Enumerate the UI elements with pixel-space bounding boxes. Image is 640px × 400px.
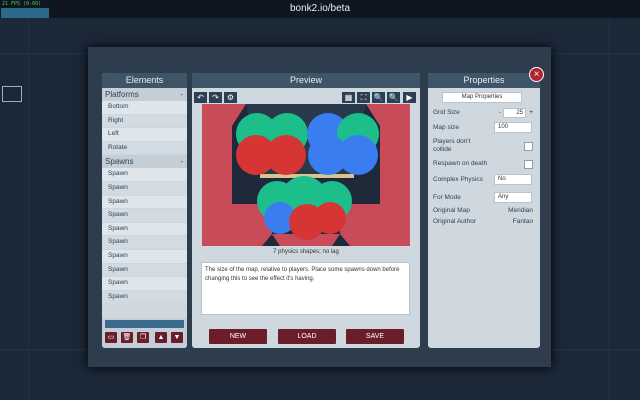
grid-size-field[interactable]: 25 (503, 108, 526, 118)
map-preview-svg (202, 104, 410, 246)
list-item[interactable]: Spawn (102, 222, 187, 237)
players-dont-collide-label: Players don't collide (433, 138, 471, 153)
fps-graph (1, 8, 49, 18)
grid-size-increment[interactable]: + (526, 109, 533, 117)
list-item[interactable]: Rotate (102, 141, 187, 156)
players-dont-collide-checkbox[interactable] (524, 142, 533, 151)
side-selection-tool[interactable] (2, 86, 22, 102)
list-item[interactable]: Spawn (102, 277, 187, 291)
grid-size-decrement[interactable]: - (493, 109, 501, 117)
preview-heading: Preview (192, 73, 420, 88)
fps-counter: 21 FPS (0-60) (2, 1, 42, 7)
zoom-in-icon[interactable]: 🔍 (372, 92, 385, 103)
grid-size-label: Grid Size (433, 109, 460, 116)
for-mode-label: For Mode (433, 194, 461, 201)
bg-grid-line (28, 18, 29, 400)
list-item[interactable]: Spawn (102, 168, 187, 182)
elements-toolbar: ▭ 🗑 ❐ ▲ ▼ (102, 318, 187, 348)
properties-heading: Properties (428, 73, 540, 88)
save-button[interactable]: SAVE (346, 329, 404, 344)
title-bar: bonk2.io/beta (0, 0, 640, 18)
list-item[interactable]: Spawn (102, 236, 187, 250)
help-description: The size of the map, relative to players… (201, 262, 410, 315)
elements-heading: Elements (102, 73, 187, 88)
original-author-value: Fantao (512, 218, 533, 225)
grid-icon[interactable]: ▦ (342, 92, 355, 103)
window-title: bonk2.io/beta (289, 3, 351, 14)
for-mode-select[interactable]: Any (494, 192, 532, 203)
elements-panel: Elements Platforms - Bottom Right Left Rotate… (102, 73, 187, 348)
fit-icon[interactable]: ⛶ (357, 92, 370, 103)
original-author-label: Original Author (433, 218, 476, 225)
complex-physics-label: Complex Physics (433, 176, 483, 183)
redo-icon[interactable]: ↷ (209, 92, 222, 103)
left-wall (202, 104, 232, 246)
section-title: Spawns (105, 157, 134, 167)
list-item[interactable]: Spawn (102, 209, 187, 223)
section-header[interactable]: Spawns - (102, 155, 187, 169)
collapse-toggle[interactable]: - (180, 88, 183, 101)
elements-scroll-bar[interactable] (105, 320, 184, 328)
list-item[interactable]: Spawn (102, 249, 187, 264)
list-item[interactable]: Spawn (102, 195, 187, 210)
map-size-field[interactable]: 100 (494, 122, 532, 133)
properties-panel: Properties Map Properties Grid Size - 25… (428, 73, 540, 348)
complex-physics-select[interactable]: No (494, 174, 532, 185)
bg-grid-line (609, 18, 610, 400)
close-icon[interactable]: × (529, 67, 544, 82)
spawn-ball (289, 204, 325, 240)
collapse-toggle[interactable]: - (180, 155, 183, 168)
load-button[interactable]: LOAD (278, 329, 336, 344)
gear-icon[interactable]: ⚙ (224, 92, 237, 103)
delete-icon[interactable]: 🗑 (121, 332, 133, 343)
section-header[interactable]: Platforms - (102, 88, 187, 101)
map-properties-tab[interactable]: Map Properties (442, 92, 522, 103)
list-item[interactable]: Spawn (102, 263, 187, 278)
list-item[interactable]: Left (102, 128, 187, 142)
list-item[interactable]: Right (102, 114, 187, 129)
play-icon[interactable]: ▶ (403, 92, 416, 103)
duplicate-icon[interactable]: ❐ (137, 332, 149, 343)
right-wall (380, 104, 410, 246)
respawn-on-death-checkbox[interactable] (524, 160, 533, 169)
elements-list: Platforms - Bottom Right Left Rotate Spawns - Sp… (102, 88, 187, 305)
spawn-ball (338, 135, 378, 175)
list-item[interactable]: Spawn (102, 181, 187, 196)
map-preview-canvas[interactable] (202, 104, 410, 246)
zoom-out-icon[interactable]: 🔍 (387, 92, 400, 103)
add-shape-icon[interactable]: ▭ (105, 332, 117, 343)
map-size-label: Map size (433, 124, 460, 131)
original-map-label: Original Map (433, 207, 470, 214)
respawn-on-death-label: Respawn on death (433, 160, 488, 167)
list-item[interactable]: Bottom (102, 101, 187, 115)
physics-shapes-label: 7 physics shapes; no lag (273, 249, 339, 255)
section-title: Platforms (105, 90, 139, 99)
original-map-value: Meridian (508, 207, 533, 214)
move-down-icon[interactable]: ▼ (171, 332, 183, 343)
spawn-ball (266, 135, 306, 175)
undo-icon[interactable]: ↶ (194, 92, 207, 103)
move-up-icon[interactable]: ▲ (155, 332, 167, 343)
list-item[interactable]: Spawn (102, 290, 187, 305)
new-button[interactable]: NEW (209, 329, 267, 344)
